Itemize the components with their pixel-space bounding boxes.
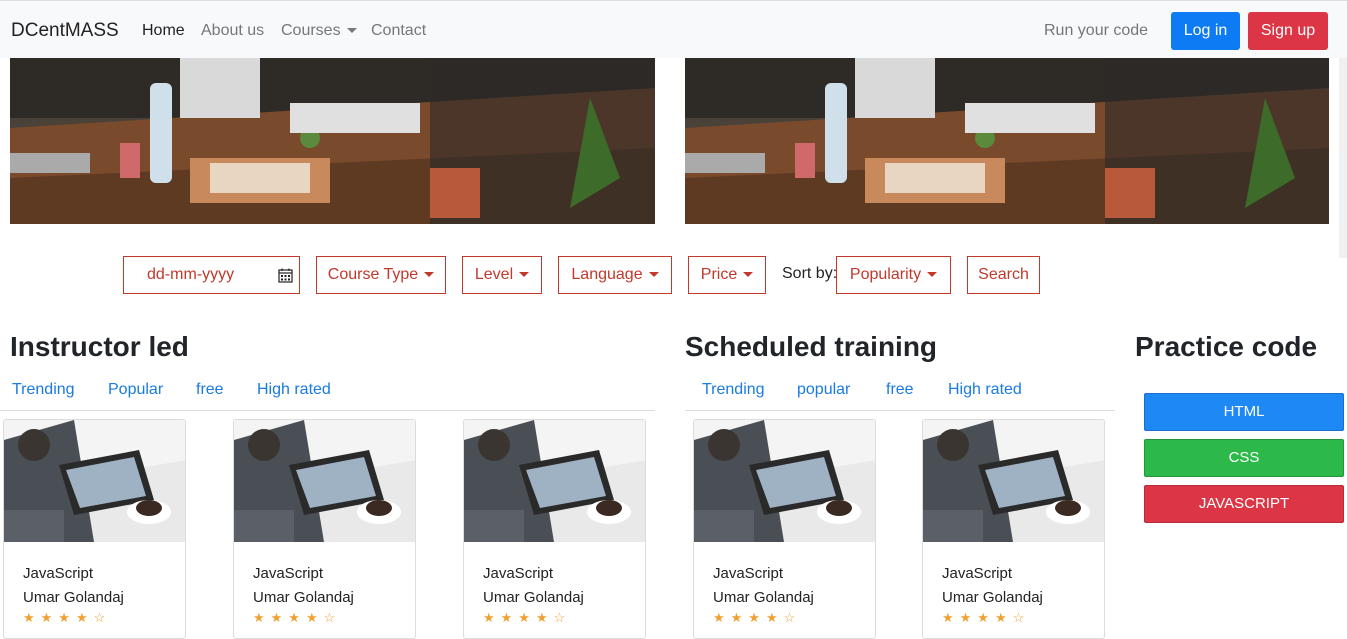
chevron-down-icon — [743, 272, 754, 278]
html-button[interactable]: HTML — [1144, 393, 1344, 431]
chevron-down-icon — [424, 272, 435, 278]
navbar: DCentMASS Home About us Courses Contact … — [0, 0, 1347, 58]
search-button[interactable]: Search — [967, 256, 1040, 294]
calendar-icon — [278, 268, 293, 283]
course-thumbnail — [923, 420, 1104, 542]
nav-home[interactable]: Home — [142, 22, 185, 40]
sort-dropdown[interactable]: Popularity — [836, 256, 951, 294]
sort-value: Popularity — [849, 266, 922, 283]
course-thumbnail — [694, 420, 875, 542]
course-type-dropdown[interactable]: Course Type — [316, 256, 446, 294]
signup-button[interactable]: Sign up — [1248, 12, 1328, 50]
course-title: JavaScript — [23, 565, 94, 582]
course-author: Umar Golandaj — [942, 589, 1043, 606]
course-title: JavaScript — [942, 565, 1013, 582]
star-rating: ★★★★☆ — [483, 610, 572, 625]
nav-courses-label: Courses — [281, 22, 341, 39]
date-input[interactable]: dd-mm-yyyy — [123, 256, 300, 294]
scheduled-training-heading: Scheduled training — [685, 331, 938, 362]
course-thumbnail — [4, 420, 185, 542]
course-card[interactable]: JavaScript Umar Golandaj ★★★★☆ — [233, 419, 416, 639]
course-author: Umar Golandaj — [23, 589, 124, 606]
hero-image-left — [10, 58, 655, 224]
hero-image-right — [685, 58, 1329, 224]
course-card[interactable]: JavaScript Umar Golandaj ★★★★☆ — [922, 419, 1105, 639]
language-label: Language — [571, 266, 643, 283]
language-dropdown[interactable]: Language — [558, 256, 672, 294]
tab-trending[interactable]: Trending — [702, 381, 765, 399]
chevron-down-icon — [927, 272, 938, 278]
course-title: JavaScript — [483, 565, 554, 582]
star-rating: ★★★★☆ — [23, 610, 112, 625]
course-author: Umar Golandaj — [483, 589, 584, 606]
course-card[interactable]: JavaScript Umar Golandaj ★★★★☆ — [3, 419, 186, 639]
course-type-label: Course Type — [327, 266, 419, 283]
tab-free[interactable]: free — [886, 381, 914, 399]
javascript-button[interactable]: JAVASCRIPT — [1144, 485, 1344, 523]
practice-code-heading: Practice code — [1135, 331, 1318, 362]
level-label: Level — [474, 266, 514, 283]
tab-divider — [0, 410, 655, 411]
scrollbar[interactable] — [1339, 58, 1347, 258]
css-button[interactable]: CSS — [1144, 439, 1344, 477]
course-card[interactable]: JavaScript Umar Golandaj ★★★★☆ — [693, 419, 876, 639]
tab-high-rated[interactable]: High rated — [948, 381, 1022, 399]
brand-logo[interactable]: DCentMASS — [11, 20, 119, 42]
login-button[interactable]: Log in — [1171, 12, 1240, 50]
instructor-led-heading: Instructor led — [10, 331, 189, 362]
tab-trending[interactable]: Trending — [12, 381, 75, 399]
nav-courses[interactable]: Courses — [281, 22, 357, 40]
level-dropdown[interactable]: Level — [462, 256, 542, 294]
tab-high-rated[interactable]: High rated — [257, 381, 331, 399]
tab-free[interactable]: free — [196, 381, 224, 399]
run-code-link[interactable]: Run your code — [1044, 22, 1148, 40]
sort-by-label: Sort by: — [782, 265, 838, 282]
course-thumbnail — [234, 420, 415, 542]
tab-divider — [685, 410, 1115, 411]
price-label: Price — [700, 266, 738, 283]
price-dropdown[interactable]: Price — [688, 256, 766, 294]
star-rating: ★★★★☆ — [942, 610, 1031, 625]
star-rating: ★★★★☆ — [713, 610, 802, 625]
tab-popular[interactable]: popular — [797, 381, 850, 399]
date-input-placeholder: dd-mm-yyyy — [147, 266, 235, 283]
chevron-down-icon — [648, 272, 659, 278]
nav-about[interactable]: About us — [201, 22, 264, 40]
course-author: Umar Golandaj — [713, 589, 814, 606]
course-author: Umar Golandaj — [253, 589, 354, 606]
course-card[interactable]: JavaScript Umar Golandaj ★★★★☆ — [463, 419, 646, 639]
tab-popular[interactable]: Popular — [108, 381, 163, 399]
nav-contact[interactable]: Contact — [371, 22, 426, 40]
star-rating: ★★★★☆ — [253, 610, 342, 625]
course-thumbnail — [464, 420, 645, 542]
chevron-down-icon — [346, 28, 357, 34]
course-title: JavaScript — [713, 565, 784, 582]
course-title: JavaScript — [253, 565, 324, 582]
chevron-down-icon — [519, 272, 530, 278]
